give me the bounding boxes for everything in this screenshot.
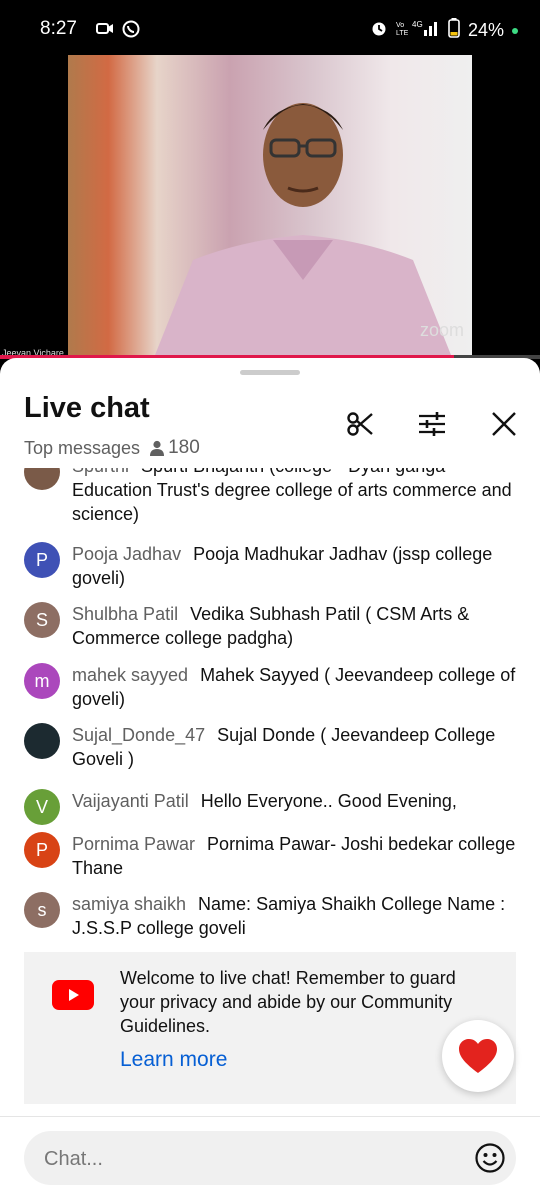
message-author[interactable]: Shulbha Patil xyxy=(72,604,178,624)
whatsapp-icon xyxy=(122,20,140,43)
clip-button[interactable] xyxy=(342,406,378,442)
message-author[interactable]: Sujal_Donde_47 xyxy=(72,725,205,745)
avatar[interactable]: P xyxy=(24,832,60,868)
status-bar: 8:27 Vo LTE 4G 24% xyxy=(0,0,540,60)
close-icon xyxy=(492,412,516,436)
avatar[interactable]: s xyxy=(24,892,60,928)
alarm-icon xyxy=(370,19,388,42)
top-messages-filter[interactable]: Top messages xyxy=(24,438,140,459)
status-time: 8:27 xyxy=(40,18,77,39)
live-chat-panel: Live chat Top messages 180 SpurthiSpurti… xyxy=(0,358,540,1200)
filter-button[interactable] xyxy=(414,406,450,442)
message-author[interactable]: mahek sayyed xyxy=(72,665,188,685)
youtube-icon xyxy=(52,980,94,1010)
chat-message: P Pooja Jadhav Pooja Madhukar Jadhav (jss… xyxy=(24,542,524,590)
avatar[interactable]: P xyxy=(24,542,60,578)
reaction-button[interactable] xyxy=(442,1020,514,1092)
message-author[interactable]: samiya shaikh xyxy=(72,894,186,914)
chat-message: S Shulbha Patil Vedika Subhash Patil ( CS… xyxy=(24,602,524,650)
chat-message: s samiya shaikh Name: Samiya Shaikh Colle… xyxy=(24,892,524,940)
svg-text:Vo: Vo xyxy=(396,22,404,29)
message-text: Hello Everyone.. Good Evening, xyxy=(200,791,457,811)
viewer-count-value: 180 xyxy=(168,437,200,458)
chat-message: m mahek sayyed Mahek Sayyed ( Jeevandeep … xyxy=(24,663,524,711)
message-text: Spurti Bhajanth (college - Dyan ganga Ed… xyxy=(72,468,512,524)
camera-icon xyxy=(96,20,114,43)
video-player[interactable]: zoom Jeevan Vichare xyxy=(0,52,540,358)
chat-message: P Pornima Pawar Pornima Pawar- Joshi bede… xyxy=(24,832,524,880)
avatar[interactable]: V xyxy=(24,789,60,825)
divider xyxy=(0,1116,540,1117)
video-frame: zoom xyxy=(68,55,472,355)
avatar[interactable]: m xyxy=(24,663,60,699)
chat-input[interactable] xyxy=(42,1131,446,1187)
message-author[interactable]: Spurthi xyxy=(72,468,129,476)
close-chat-button[interactable] xyxy=(486,406,522,442)
welcome-banner: Welcome to live chat! Remember to guard … xyxy=(24,952,516,1104)
chat-subheader: Top messages 180 xyxy=(24,437,200,459)
battery-icon xyxy=(448,18,460,43)
svg-text:LTE: LTE xyxy=(396,30,409,37)
chat-message: SpurthiSpurti Bhajanth (college - Dyan g… xyxy=(24,468,524,526)
presenter-figure xyxy=(155,103,451,355)
message-author[interactable]: Pooja Jadhav xyxy=(72,544,181,564)
chat-message: Sujal_Donde_47 Sujal Donde ( Jeevandeep C… xyxy=(24,723,524,771)
zoom-watermark: zoom xyxy=(419,320,464,340)
learn-more-link[interactable]: Learn more xyxy=(120,1048,227,1072)
chat-message-list[interactable]: SpurthiSpurti Bhajanth (college - Dyan g… xyxy=(0,468,540,942)
avatar[interactable]: S xyxy=(24,602,60,638)
battery-level: 24% xyxy=(467,20,504,40)
chat-title: Live chat xyxy=(24,392,150,424)
signal-icon: Vo LTE 4G xyxy=(396,19,440,42)
avatar[interactable] xyxy=(24,723,60,759)
chat-input-container xyxy=(24,1131,516,1187)
heart-icon xyxy=(459,1039,497,1073)
message-author[interactable]: Vaijayanti Patil xyxy=(72,791,189,811)
drag-handle[interactable] xyxy=(240,370,300,375)
welcome-text: Welcome to live chat! Remember to guard … xyxy=(120,968,456,1036)
filter-icon xyxy=(419,412,445,436)
person-icon xyxy=(150,440,165,456)
scissors-icon xyxy=(347,412,373,436)
privacy-dot-icon xyxy=(512,27,518,34)
emoji-icon xyxy=(475,1143,505,1173)
emoji-button[interactable] xyxy=(474,1142,506,1174)
viewer-count: 180 xyxy=(150,437,200,459)
message-author[interactable]: Pornima Pawar xyxy=(72,834,195,854)
avatar[interactable] xyxy=(24,468,60,490)
chat-message: V Vaijayanti Patil Hello Everyone.. Good … xyxy=(24,789,524,825)
network-type: 4G xyxy=(412,20,423,29)
